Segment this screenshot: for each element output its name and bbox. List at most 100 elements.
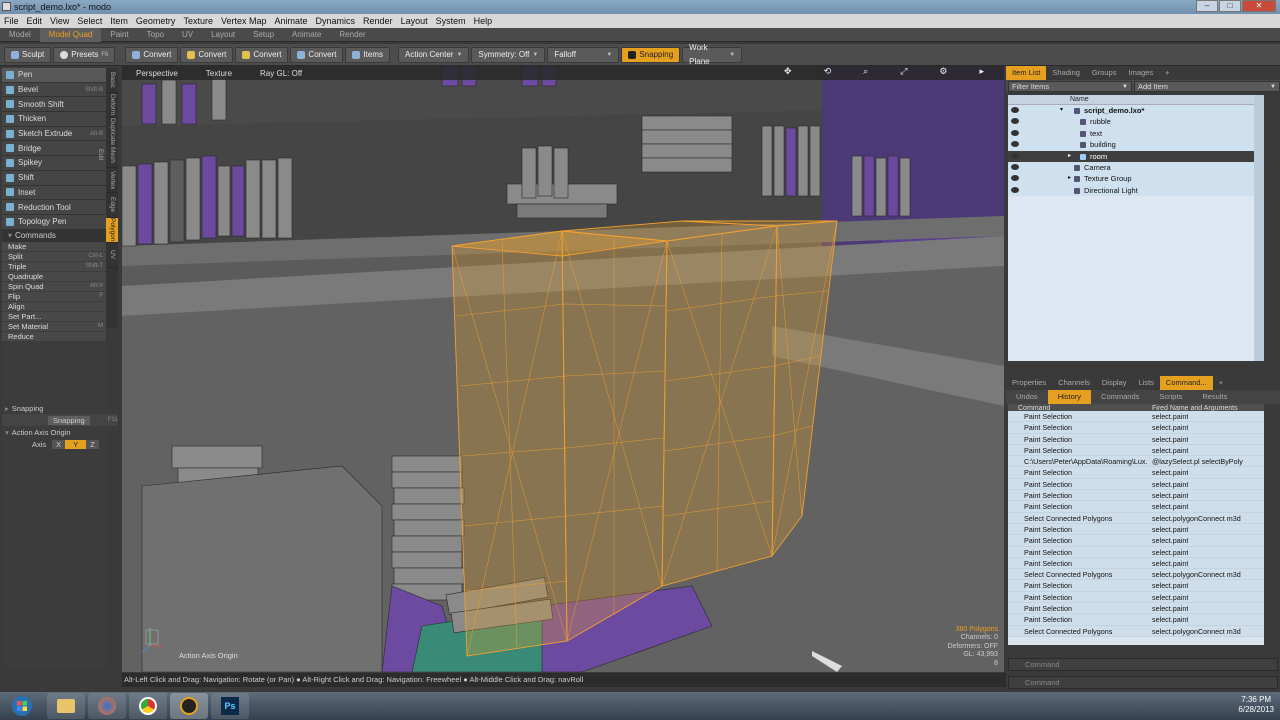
menu-edit[interactable]: Edit (23, 16, 47, 26)
item-row-rubble[interactable]: rubble (1008, 116, 1264, 128)
vtab-polygon[interactable]: Polygon (106, 218, 118, 243)
photoshop-icon[interactable]: Ps (211, 693, 249, 719)
vtab-deform[interactable]: Deform (106, 93, 118, 118)
visibility-eye-icon[interactable] (1011, 186, 1019, 193)
layout-tab-setup[interactable]: Setup (244, 28, 283, 42)
axis-x-button[interactable]: X (52, 439, 66, 449)
visibility-eye-icon[interactable] (1011, 107, 1019, 113)
tool-smooth-shift[interactable]: Smooth Shift (2, 97, 106, 113)
layout-tab-layout[interactable]: Layout (202, 28, 244, 42)
expand-triangle-icon[interactable]: ▾ (1060, 105, 1063, 116)
items-button[interactable]: Items (345, 46, 390, 63)
menu-vertex-map[interactable]: Vertex Map (217, 16, 271, 26)
layout-tab-paint[interactable]: Paint (101, 28, 137, 42)
menu-geometry[interactable]: Geometry (132, 16, 180, 26)
vtab-vertex[interactable]: Vertex (106, 168, 118, 193)
action-center-dropdown[interactable]: Action Center ▼ (398, 46, 470, 63)
viewport-menu-icon[interactable]: ▸ (965, 66, 998, 77)
falloff-dropdown[interactable]: Falloff ▼ (547, 46, 620, 63)
visibility-eye-icon[interactable] (1011, 129, 1019, 136)
presets-button[interactable]: Presets F6 (53, 46, 116, 63)
zoom-view-icon[interactable]: ⌕ (849, 66, 882, 77)
work-plane-dropdown[interactable]: Work Plane ▼ (682, 43, 743, 66)
history-row[interactable]: Paint Selection select.paint (1008, 478, 1264, 491)
command-flip[interactable]: Flip F (2, 291, 106, 302)
history-row[interactable]: C:\Users\Peter\AppData\Roaming\Lux... @la… (1008, 456, 1264, 468)
add-item-dropdown[interactable]: Add Item ▼ (1134, 80, 1280, 92)
vtab-duplicate[interactable]: Duplicate (106, 118, 118, 145)
lower-tab-add[interactable]: + (1213, 376, 1229, 390)
explorer-icon[interactable] (47, 693, 85, 719)
convert-button-1[interactable]: Convert (125, 46, 179, 63)
cmd-tab-commands[interactable]: Commands (1091, 390, 1149, 404)
history-row[interactable]: Paint Selection select.paint (1008, 580, 1264, 592)
filter-items-dropdown[interactable]: Filter Items ▼ (1008, 80, 1132, 92)
tool-reduction-tool[interactable]: Reduction Tool (2, 200, 106, 215)
command-input-1[interactable]: Command (1008, 658, 1278, 671)
history-row[interactable]: Select Connected Polygons select.polygonC… (1008, 512, 1264, 524)
chrome-icon[interactable] (129, 693, 167, 719)
ray-gl-toggle[interactable]: Ray GL: Off (246, 69, 316, 78)
item-row-building[interactable]: building (1008, 139, 1264, 151)
rotate-view-icon[interactable]: ⟲ (810, 66, 846, 77)
system-clock[interactable]: 7:36 PM 6/28/2013 (1238, 695, 1274, 715)
lower-tab-channels[interactable]: Channels (1052, 376, 1096, 390)
history-row[interactable]: Paint Selection select.paint (1008, 422, 1264, 434)
visibility-eye-icon[interactable] (1011, 152, 1019, 159)
layout-tab-uv[interactable]: UV (173, 28, 202, 42)
tool-sketch-extrude[interactable]: Sketch Extrude Alt-B (2, 126, 106, 142)
command-triple[interactable]: Triple Shift-T (2, 261, 106, 272)
shading-dropdown[interactable]: Texture (192, 69, 246, 78)
history-row[interactable]: Paint Selection select.paint (1008, 490, 1264, 502)
tab-images[interactable]: Images (1122, 66, 1159, 80)
layout-tab-model-quad[interactable]: Model Quad (39, 27, 102, 42)
fit-view-icon[interactable]: ⤢ (886, 66, 921, 77)
snapping-toggle[interactable]: Snapping F11 (2, 414, 118, 426)
cmd-tab-history[interactable]: History (1047, 390, 1092, 404)
axis-z-button[interactable]: Z (86, 439, 99, 449)
command-reduce[interactable]: Reduce (2, 331, 106, 342)
item-row-text[interactable]: text (1008, 127, 1264, 140)
command-set-part[interactable]: Set Part... (2, 311, 106, 322)
expand-triangle-icon[interactable]: ▸ (1068, 173, 1071, 184)
history-row[interactable]: Select Connected Polygons select.polygonC… (1008, 625, 1264, 637)
close-button[interactable]: ✕ (1242, 0, 1276, 12)
sculpt-button[interactable]: Sculpt (4, 46, 52, 63)
firefox-icon[interactable] (88, 693, 126, 719)
cmd-tab-scripts[interactable]: Scripts (1149, 390, 1192, 404)
expand-triangle-icon[interactable]: ▸ (1068, 151, 1071, 162)
menu-dynamics[interactable]: Dynamics (312, 16, 360, 26)
visibility-eye-icon[interactable] (1011, 175, 1019, 182)
lower-tab-command[interactable]: Command... (1159, 376, 1213, 390)
3d-viewport[interactable]: Perspective Texture Ray GL: Off ✥ ⟲ ⌕ ⤢ ⚙ ▸ A… (122, 66, 1004, 672)
command-make[interactable]: Make (2, 241, 106, 252)
view-type-dropdown[interactable]: Perspective (122, 69, 192, 78)
cmd-tab-undos[interactable]: Undos (1006, 390, 1048, 404)
command-align[interactable]: Align (2, 301, 106, 312)
menu-system[interactable]: System (432, 16, 470, 26)
command-quadruple[interactable]: Quadruple (2, 271, 106, 282)
history-row[interactable]: Paint Selection select.paint (1008, 591, 1264, 604)
item-row-camera[interactable]: Camera (1008, 161, 1264, 174)
item-row-room[interactable]: ▸ room (1008, 150, 1264, 162)
history-row[interactable]: Paint Selection select.paint (1008, 546, 1264, 558)
convert-button-3[interactable]: Convert (235, 46, 289, 63)
visibility-eye-icon[interactable] (1011, 118, 1019, 125)
viewport-settings-icon[interactable]: ⚙ (925, 66, 961, 77)
tool-spikey[interactable]: Spikey (2, 156, 106, 171)
history-row[interactable]: Paint Selection select.paint (1008, 411, 1264, 423)
tab-item-list[interactable]: Item List (1006, 66, 1047, 80)
history-row[interactable]: Paint Selection select.paint (1008, 467, 1264, 479)
commands-header[interactable]: ▾ Commands (2, 229, 106, 242)
axis-y-button[interactable]: Y (65, 439, 87, 449)
layout-tab-animate[interactable]: Animate (283, 28, 330, 42)
menu-layout[interactable]: Layout (397, 16, 432, 26)
minimize-button[interactable]: – (1196, 0, 1218, 12)
layout-tab-model[interactable]: Model (0, 28, 40, 42)
item-row-texture-group[interactable]: ▸ Texture Group (1008, 173, 1264, 185)
tool-thicken[interactable]: Thicken (2, 112, 106, 127)
tab-add[interactable]: + (1159, 66, 1175, 80)
command-input-2[interactable]: Command (1008, 676, 1278, 689)
maximize-button[interactable]: □ (1219, 0, 1241, 12)
tool-inset[interactable]: Inset (2, 185, 106, 201)
